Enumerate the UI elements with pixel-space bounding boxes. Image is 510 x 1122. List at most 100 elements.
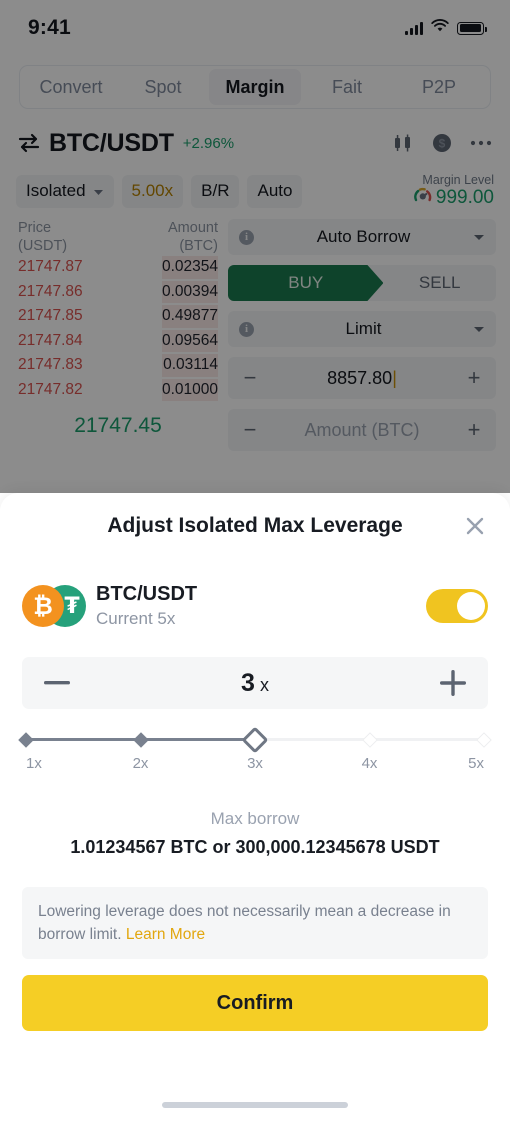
max-borrow-value: 1.01234567 BTC or 300,000.12345678 USDT <box>70 837 440 857</box>
margin-level-value-row: 999.00 <box>414 187 494 210</box>
order-book-row[interactable]: 21747.86 0.00394 <box>18 280 218 305</box>
buy-sell-toggle[interactable]: BUY SELL <box>228 265 496 301</box>
slider-mark[interactable] <box>476 731 492 748</box>
leverage-decrement-button[interactable] <box>44 681 70 685</box>
slider-handle[interactable] <box>241 726 269 753</box>
toggle-knob <box>457 592 485 620</box>
pair-header: BTC/USDT +2.96% $ <box>0 119 510 167</box>
order-book-header: Price Amount <box>18 219 218 237</box>
order-book-amount: 0.02354 <box>161 258 218 275</box>
swap-pair-icon[interactable] <box>18 133 40 153</box>
isolated-margin-toggle[interactable] <box>426 589 488 623</box>
order-book-price: 21747.84 <box>18 331 83 349</box>
modal-title: Adjust Isolated Max Leverage <box>107 514 403 537</box>
slider-tick-label: 2x <box>132 755 149 772</box>
leverage-slider[interactable] <box>18 726 492 753</box>
wifi-icon <box>431 19 449 37</box>
info-icon[interactable]: i <box>239 321 254 337</box>
order-book-price: 21747.82 <box>18 380 83 398</box>
price-decrement-button[interactable]: − <box>239 367 261 389</box>
price-input[interactable]: 8857.80| <box>261 368 463 389</box>
chevron-down-icon <box>473 320 485 338</box>
order-book-amount: 0.01000 <box>161 380 218 398</box>
margin-level[interactable]: Margin Level 999.00 <box>414 173 494 210</box>
order-book: Price Amount (USDT) (BTC) 21747.87 0.0235… <box>0 219 218 461</box>
modal-header: Adjust Isolated Max Leverage <box>0 493 510 559</box>
tab-spot[interactable]: Spot <box>117 69 209 105</box>
slider-tick-label: 3x <box>247 755 263 772</box>
chevron-down-icon <box>473 228 485 246</box>
leverage-selector[interactable]: 5.00x <box>121 174 184 208</box>
text-cursor: | <box>392 367 397 388</box>
buy-button[interactable]: BUY <box>228 265 383 301</box>
borrow-mode-label: Auto Borrow <box>316 227 411 246</box>
modal-pair-text: BTC/USDT Current 5x <box>96 581 197 631</box>
max-borrow-label: Max borrow <box>210 809 300 828</box>
close-icon[interactable] <box>462 513 488 539</box>
order-book-price-header: Price <box>18 220 52 236</box>
tab-margin[interactable]: Margin <box>209 69 301 105</box>
order-type-selector[interactable]: i Limit <box>228 311 496 347</box>
order-book-price: 21747.85 <box>18 307 83 324</box>
candlestick-chart-icon[interactable] <box>392 133 414 153</box>
amount-increment-button[interactable]: + <box>463 419 485 441</box>
order-book-price: 21747.86 <box>18 282 83 300</box>
max-borrow-block: Max borrow 1.01234567 BTC or 300,000.123… <box>0 807 510 861</box>
trading-body: Price Amount (USDT) (BTC) 21747.87 0.0235… <box>0 215 510 461</box>
order-book-row[interactable]: 21747.85 0.49877 <box>18 304 218 329</box>
price-increment-button[interactable]: + <box>463 367 485 389</box>
leverage-stepper: 3x <box>22 657 488 709</box>
chevron-down-icon <box>93 181 104 201</box>
slider-mark[interactable] <box>361 731 378 748</box>
confirm-button[interactable]: Confirm <box>22 975 488 1031</box>
order-book-amount: 0.00394 <box>161 282 218 300</box>
more-options-icon[interactable] <box>470 140 492 146</box>
slider-mark[interactable] <box>132 731 149 748</box>
auto-button[interactable]: Auto <box>247 174 303 208</box>
gauge-icon <box>414 187 432 210</box>
market-type-tabs[interactable]: Convert Spot Margin Fait P2P <box>19 65 491 109</box>
order-book-row[interactable]: 21747.82 0.01000 <box>18 378 218 403</box>
borrow-repay-button[interactable]: B/R <box>191 174 240 208</box>
order-book-price: 21747.87 <box>18 258 83 275</box>
margin-controls-row: Isolated 5.00x B/R Auto Margin Level 999… <box>0 167 510 215</box>
leverage-unit: x <box>259 674 269 695</box>
tab-fait[interactable]: Fait <box>301 69 393 105</box>
order-book-amount: 0.03114 <box>163 356 218 373</box>
order-book-row[interactable]: 21747.84 0.09564 <box>18 329 218 354</box>
slider-tick-label: 1x <box>26 755 42 772</box>
price-input-row[interactable]: − 8857.80| + <box>228 357 496 399</box>
sell-button[interactable]: SELL <box>383 265 496 301</box>
order-book-ask-rows: 21747.87 0.02354 21747.86 0.00394 21747.85 0.… <box>18 255 218 402</box>
tab-convert[interactable]: Convert <box>25 69 117 105</box>
battery-icon <box>457 21 487 35</box>
notice-text: Lowering leverage does not necessarily m… <box>38 903 451 943</box>
adjust-leverage-modal: Adjust Isolated Max Leverage ₮ ₿ BTC/USD… <box>0 493 510 1122</box>
pair-change-percent: +2.96% <box>182 134 235 152</box>
order-book-row[interactable]: 21747.83 0.03114 <box>18 353 218 378</box>
amount-input[interactable]: Amount (BTC) <box>261 420 463 441</box>
margin-mode-label: Isolated <box>26 181 86 200</box>
cellular-signal-icon <box>405 21 423 35</box>
order-book-amount: 0.49877 <box>161 307 218 324</box>
btc-coin-icon: ₿ <box>22 585 64 627</box>
leverage-notice: Lowering leverage does not necessarily m… <box>22 887 488 959</box>
info-icon[interactable]: i <box>239 229 254 245</box>
amount-decrement-button[interactable]: − <box>239 419 261 441</box>
order-book-amount: 0.09564 <box>161 331 218 349</box>
price-value: 8857.80 <box>327 367 393 388</box>
learn-more-link[interactable]: Learn More <box>126 926 205 943</box>
order-book-row[interactable]: 21747.87 0.02354 <box>18 255 218 280</box>
margin-level-value: 999.00 <box>435 187 494 208</box>
amount-input-row[interactable]: − Amount (BTC) + <box>228 409 496 451</box>
pair-symbol[interactable]: BTC/USDT <box>49 129 174 158</box>
order-book-header-units: (USDT) (BTC) <box>18 237 218 255</box>
slider-mark[interactable] <box>18 731 34 748</box>
borrow-mode-selector[interactable]: i Auto Borrow <box>228 219 496 255</box>
leverage-increment-button[interactable] <box>440 670 466 696</box>
svg-text:$: $ <box>439 137 446 151</box>
margin-mode-selector[interactable]: Isolated <box>16 174 114 208</box>
slider-tick-labels: 1x 2x 3x 4x 5x <box>26 755 484 775</box>
funds-dollar-icon[interactable]: $ <box>431 132 453 154</box>
tab-p2p[interactable]: P2P <box>393 69 485 105</box>
